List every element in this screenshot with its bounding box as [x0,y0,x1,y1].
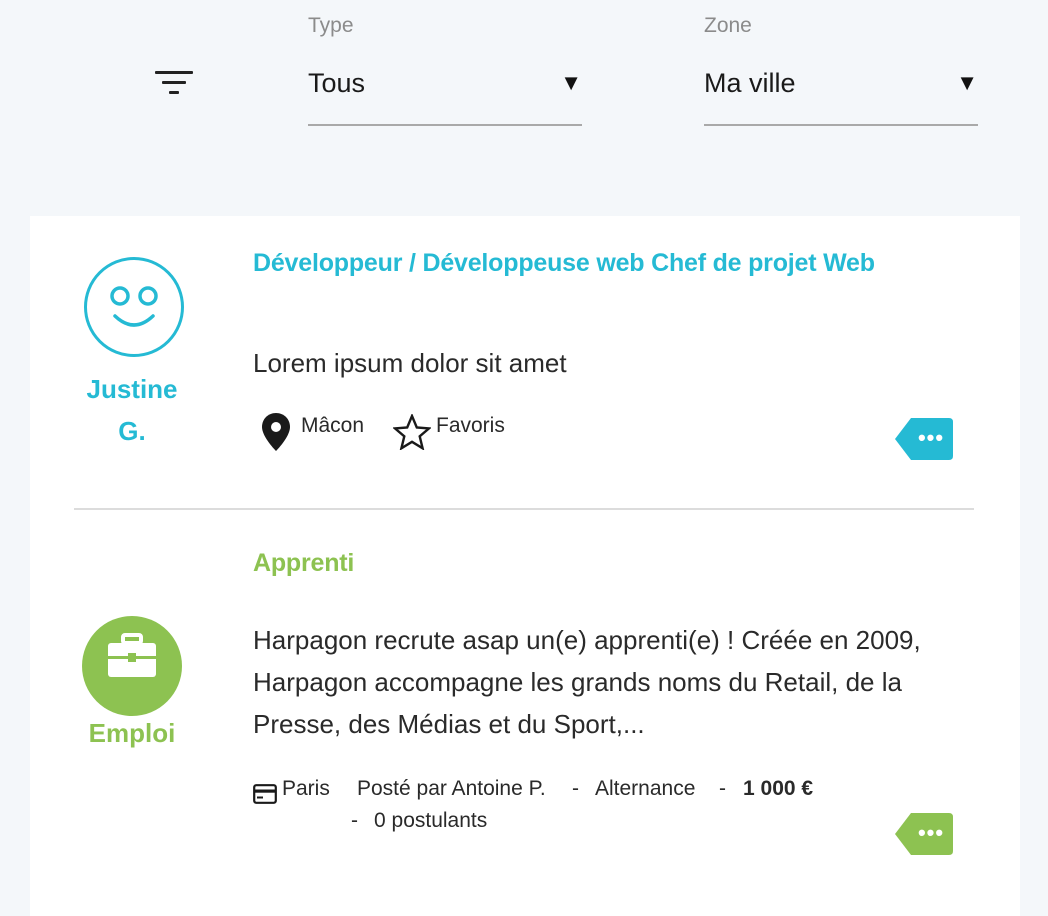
type-filter: Type Tous ▼ [308,14,582,126]
description-line: Presse, des Médias et du Sport,... [253,709,645,739]
zone-select-value: Ma ville [704,68,796,98]
type-filter-label: Type [308,14,354,37]
star-outline-icon[interactable] [393,414,431,450]
type-select[interactable]: Tous ▼ [308,62,582,126]
author-name: Justine G. [64,368,200,452]
smiley-avatar-icon [84,257,184,357]
location-pin-icon [262,413,290,451]
briefcase-icon [82,616,182,716]
description-line: Harpagon accompagne les grands noms du R… [253,667,902,697]
meta-separator: - [572,777,579,800]
listing-posted-by: Posté par Antoine P. [357,777,546,800]
more-options-button[interactable]: ••• [895,418,953,460]
more-options-button[interactable]: ••• [895,813,953,855]
favorite-link[interactable]: Favoris [436,414,505,438]
meta-separator: - [719,777,726,800]
meta-separator: - [351,809,358,832]
listing-title[interactable]: Développeur / Développeuse web Chef de p… [253,249,875,278]
more-dots-icon: ••• [917,425,945,450]
listing-description: Harpagon recrute asap un(e) apprenti(e) … [253,619,993,745]
listing-contract: Alternance [595,777,696,800]
author-initial: G. [118,416,146,446]
zone-filter-label: Zone [704,14,752,37]
zone-filter: Zone Ma ville ▼ [704,14,978,126]
listing-title[interactable]: Apprenti [253,549,354,578]
filter-icon[interactable] [155,71,193,97]
credit-card-icon [253,784,277,804]
dropdown-arrow-icon: ▼ [956,70,978,95]
zone-select[interactable]: Ma ville ▼ [704,62,978,126]
more-dots-icon: ••• [917,820,945,845]
listing-salary: 1 000 € [743,777,814,800]
listings-card: Justine G. Développeur / Développeuse we… [30,216,1020,916]
listing-applicants: 0 postulants [374,809,488,832]
author-first-name: Justine [86,374,178,404]
listing-description: Lorem ipsum dolor sit amet [253,348,567,378]
listing-location: Mâcon [301,414,365,437]
filter-bar: Type Tous ▼ Zone Ma ville ▼ [0,0,1048,180]
dropdown-arrow-icon: ▼ [560,70,582,95]
listing-category: Emploi [88,718,176,748]
listing-divider [74,508,974,510]
listing-location: Paris [282,777,330,800]
type-select-value: Tous [308,68,366,98]
description-line: Harpagon recrute asap un(e) apprenti(e) … [253,625,921,655]
